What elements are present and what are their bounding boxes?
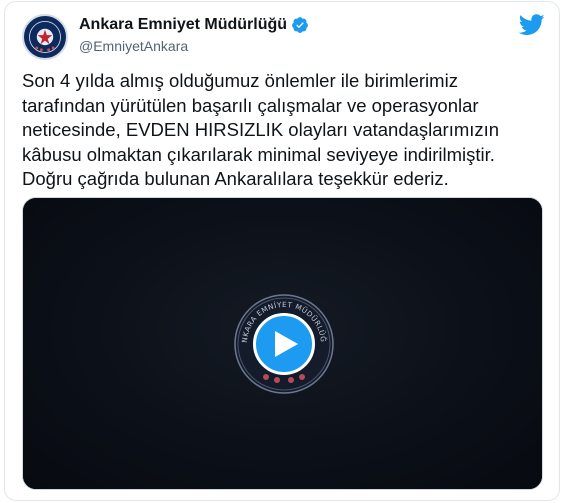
avatar[interactable] xyxy=(22,14,68,60)
account-name-row: Ankara Emniyet Müdürlüğü xyxy=(79,16,309,34)
play-icon xyxy=(275,331,298,357)
police-emblem-icon xyxy=(24,16,66,58)
video-player[interactable]: ANKARA EMNİYET MÜDÜRLÜĞÜ xyxy=(22,197,543,490)
play-button[interactable] xyxy=(253,313,315,375)
tweet-text: Son 4 yılda almış olduğumuz önlemler ile… xyxy=(22,70,500,189)
tweet-card: Ankara Emniyet Müdürlüğü @EmniyetAnkara … xyxy=(4,1,560,501)
account-handle[interactable]: @EmniyetAnkara xyxy=(79,38,188,54)
verified-badge-icon xyxy=(291,16,309,34)
twitter-bird-icon[interactable] xyxy=(519,14,545,36)
account-name[interactable]: Ankara Emniyet Müdürlüğü xyxy=(79,16,287,34)
